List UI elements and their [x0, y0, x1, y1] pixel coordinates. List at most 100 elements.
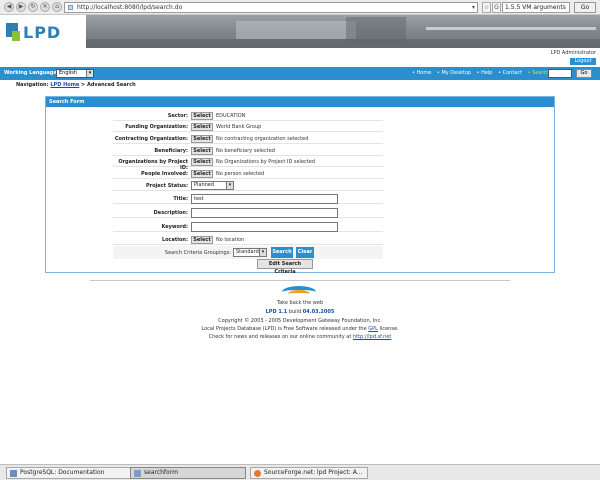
menu-search-link[interactable]: • Search — [528, 70, 550, 76]
form-row-project-status: Project Status: Planned ▾ — [113, 181, 383, 191]
home-icon[interactable]: ⌂ — [52, 2, 62, 12]
criteria-select[interactable]: Standard ▾ — [233, 248, 267, 257]
footer-license: Local Projects Database (LPD) is Free So… — [0, 326, 600, 332]
language-value: English — [59, 70, 78, 76]
field-value: EDUCATION — [216, 113, 246, 119]
form-row-title: Title: test — [113, 194, 383, 204]
taskbar-item-label: SourceForge.net: lpd Project: A... — [264, 469, 363, 476]
browser-search-input[interactable]: 1.5.5 VM arguments — [502, 2, 570, 13]
criteria-label: Search Criteria Groupings: — [164, 250, 231, 256]
form-row-beneficiary: Beneficiary: Select No beneficiary selec… — [113, 146, 383, 156]
page-favicon-icon — [68, 5, 73, 10]
clear-button[interactable]: Clear — [296, 247, 314, 258]
field-label: People Involved: — [141, 171, 188, 177]
panel-title: Search Form — [46, 97, 554, 107]
field-label: Funding Organization: — [125, 124, 188, 130]
menu-links: • Home • My Desktop • Help • Contact • S… — [412, 70, 553, 76]
os-taskbar: PostgreSQL: Documentation searchform Sou… — [0, 464, 600, 480]
main-menu-bar: Working Language : English ▾ • Home • My… — [0, 67, 600, 80]
field-label: Sector: — [167, 113, 188, 119]
breadcrumb-prefix: Navigation: — [16, 82, 49, 88]
menu-desktop-link[interactable]: • My Desktop — [437, 70, 471, 76]
logout-button[interactable]: Logout — [570, 58, 596, 65]
language-select[interactable]: English ▾ — [56, 69, 94, 78]
language-label: Working Language : — [4, 70, 61, 76]
logo-text: LPD — [23, 23, 62, 42]
menu-contact-link[interactable]: • Contact — [498, 70, 522, 76]
gpl-link[interactable]: GPL — [368, 326, 378, 332]
taskbar-item-label: searchform — [144, 469, 178, 476]
site-search-go-button[interactable]: Go — [576, 69, 592, 78]
keyword-input[interactable] — [191, 222, 338, 232]
version-label: LPD 1.1 — [265, 309, 288, 315]
select-contracting-organization-button[interactable]: Select — [191, 135, 213, 143]
bookmark-icon[interactable]: ☆ — [482, 2, 491, 13]
news-text: Check for news and releases on our onlin… — [208, 334, 352, 340]
license-suffix: license. — [379, 326, 399, 332]
chevron-down-icon: ▾ — [259, 249, 266, 256]
form-row-contracting-organization: Contracting Organization: Select No cont… — [113, 134, 383, 144]
build-value: 04.03.2005 — [302, 309, 335, 315]
field-label: Beneficiary: — [154, 148, 188, 154]
footer-tagline: Take back the web — [276, 300, 324, 306]
project-status-value: Planned — [194, 182, 215, 188]
browser-toolbar: ◀ ▶ ↻ ✕ ⌂ http://localhost:8080/lpd/sear… — [0, 0, 600, 15]
site-header: LPD LPD Administrator Logout — [0, 15, 600, 67]
form-row-description: Description: — [113, 208, 383, 218]
search-criteria-row: Search Criteria Groupings: Standard ▾ Se… — [113, 246, 383, 259]
breadcrumb-current: Advanced Search — [86, 82, 136, 88]
select-funding-organization-button[interactable]: Select — [191, 123, 213, 131]
taskbar-item-searchform[interactable]: searchform — [130, 467, 246, 479]
breadcrumb-separator: > — [79, 82, 87, 88]
select-organizations-by-project-id-button[interactable]: Select — [191, 158, 213, 166]
url-dropdown-icon[interactable]: ▾ — [472, 3, 475, 12]
search-engine-icon[interactable]: G — [492, 2, 501, 13]
title-input[interactable]: test — [191, 194, 338, 204]
reload-icon[interactable]: ↻ — [28, 2, 38, 12]
back-icon[interactable]: ◀ — [4, 2, 14, 12]
field-value: No person selected — [216, 171, 265, 177]
taskbar-item-postgresql[interactable]: PostgreSQL: Documentation — [6, 467, 134, 479]
window-icon — [134, 470, 141, 477]
stop-icon[interactable]: ✕ — [40, 2, 50, 12]
field-value: No contracting organization selected — [216, 136, 309, 142]
url-text: http://localhost:8080/lpd/search.do — [77, 4, 183, 11]
development-gateway-logo[interactable] — [276, 286, 322, 300]
url-field[interactable]: http://localhost:8080/lpd/search.do ▾ — [64, 2, 478, 13]
breadcrumb-home-link[interactable]: LPD Home — [50, 82, 79, 88]
header-banner-image — [86, 15, 600, 48]
form-row-organizations-by-project-id: Organizations by Project ID: Select No O… — [113, 157, 383, 171]
form-row-people-involved: People Involved: Select No person select… — [113, 169, 383, 179]
description-input[interactable] — [191, 208, 338, 218]
user-label: LPD Administrator — [550, 50, 596, 56]
taskbar-item-sourceforge[interactable]: SourceForge.net: lpd Project: A... — [250, 467, 368, 479]
menu-help-link[interactable]: • Help — [477, 70, 493, 76]
field-label: Keyword: — [161, 224, 188, 230]
edit-search-criteria-button[interactable]: Edit Search Criteria — [257, 259, 313, 275]
logo-mark-accent-icon — [12, 31, 20, 41]
footer-version: LPD 1.1 build 04.03.2005 — [0, 309, 600, 315]
select-sector-button[interactable]: Select — [191, 112, 213, 120]
browser-icon — [254, 470, 261, 477]
license-text: Local Projects Database (LPD) is Free So… — [201, 326, 367, 332]
community-link[interactable]: http://lpd.sf.net — [353, 334, 391, 340]
footer-copyright: Copyright © 2003 - 2005 Development Gate… — [218, 318, 382, 324]
form-row-sector: Sector: Select EDUCATION — [113, 111, 383, 121]
search-button[interactable]: Search — [271, 247, 293, 258]
lpd-logo[interactable]: LPD — [6, 19, 76, 49]
select-location-button[interactable]: Select — [191, 236, 213, 244]
select-beneficiary-button[interactable]: Select — [191, 147, 213, 155]
forward-icon[interactable]: ▶ — [16, 2, 26, 12]
divider — [90, 280, 510, 281]
menu-home-link[interactable]: • Home — [412, 70, 431, 76]
browser-go-button[interactable]: Go — [574, 2, 596, 13]
build-label: build — [288, 309, 302, 315]
select-people-involved-button[interactable]: Select — [191, 170, 213, 178]
breadcrumb: Navigation: LPD Home > Advanced Search — [16, 82, 136, 88]
project-status-select[interactable]: Planned ▾ — [191, 181, 234, 190]
footer-news: Check for news and releases on our onlin… — [0, 334, 600, 340]
criteria-value: Standard — [236, 249, 259, 255]
form-row-location: Location: Select No location — [113, 235, 383, 245]
chevron-down-icon: ▾ — [226, 182, 233, 189]
site-search-input[interactable] — [548, 69, 572, 78]
